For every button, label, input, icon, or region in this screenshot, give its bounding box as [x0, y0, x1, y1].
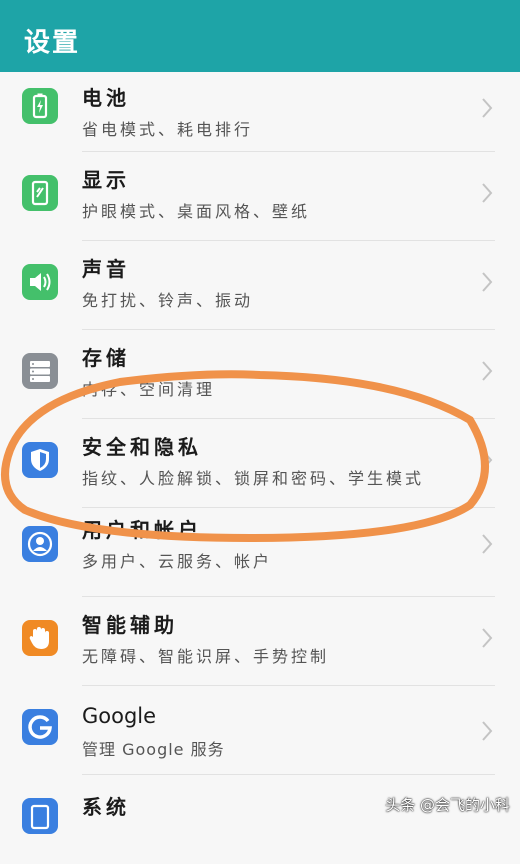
settings-item-title: 显示	[82, 168, 130, 192]
settings-item-title: 存储	[82, 346, 130, 370]
settings-item-title: 智能辅助	[82, 613, 178, 637]
settings-list: 电池 省电模式、耗电排行 显示 护眼模式、桌面风格、壁纸 声音 免打扰、铃声、振…	[0, 72, 520, 864]
settings-item-subtitle: 多用户、云服务、帐户	[82, 552, 273, 571]
display-icon	[22, 175, 58, 211]
chevron-right-icon	[480, 720, 494, 742]
app-header: 设置	[0, 0, 520, 72]
chevron-right-icon	[480, 271, 494, 293]
chevron-right-icon	[480, 360, 494, 382]
chevron-right-icon	[480, 627, 494, 649]
settings-item-smart-assist[interactable]: 智能辅助 无障碍、智能识屏、手势控制	[0, 597, 520, 686]
page-title: 设置	[24, 28, 81, 58]
watermark: 头条 @会飞的小科	[385, 796, 510, 814]
chevron-right-icon	[480, 182, 494, 204]
battery-icon	[22, 88, 58, 124]
settings-item-subtitle: 免打扰、铃声、振动	[82, 291, 254, 310]
chevron-right-icon	[480, 533, 494, 555]
chevron-right-icon	[480, 449, 494, 471]
settings-item-subtitle: 内存、空间清理	[82, 380, 216, 399]
settings-item-title: 电池	[82, 86, 130, 110]
settings-item-title: 安全和隐私	[82, 435, 202, 459]
settings-item-title: 系统	[82, 795, 130, 819]
speaker-icon	[22, 264, 58, 300]
settings-item-google[interactable]: Google 管理 Google 服务	[0, 686, 520, 775]
google-icon	[22, 709, 58, 745]
settings-item-subtitle: 省电模式、耗电排行	[82, 120, 254, 139]
user-icon	[22, 526, 58, 562]
settings-item-sound[interactable]: 声音 免打扰、铃声、振动	[0, 241, 520, 330]
settings-item-security[interactable]: 安全和隐私 指纹、人脸解锁、锁屏和密码、学生模式	[0, 419, 520, 508]
settings-item-subtitle: 管理 Google 服务	[82, 740, 225, 759]
settings-item-title: Google	[82, 704, 157, 728]
storage-icon	[22, 353, 58, 389]
settings-item-subtitle: 护眼模式、桌面风格、壁纸	[82, 202, 311, 221]
settings-item-storage[interactable]: 存储 内存、空间清理	[0, 330, 520, 419]
settings-item-subtitle: 指纹、人脸解锁、锁屏和密码、学生模式	[82, 469, 425, 488]
settings-item-display[interactable]: 显示 护眼模式、桌面风格、壁纸	[0, 152, 520, 241]
settings-item-battery[interactable]: 电池 省电模式、耗电排行	[0, 72, 520, 152]
settings-item-title: 声音	[82, 257, 130, 281]
chevron-right-icon	[480, 97, 494, 119]
settings-item-title: 用户和帐户	[82, 518, 202, 542]
settings-item-subtitle: 无障碍、智能识屏、手势控制	[82, 647, 330, 666]
system-icon	[22, 798, 58, 834]
hand-icon	[22, 620, 58, 656]
shield-icon	[22, 442, 58, 478]
settings-item-users[interactable]: 用户和帐户 多用户、云服务、帐户	[0, 508, 520, 597]
settings-item-system[interactable]: 系统	[0, 775, 520, 864]
